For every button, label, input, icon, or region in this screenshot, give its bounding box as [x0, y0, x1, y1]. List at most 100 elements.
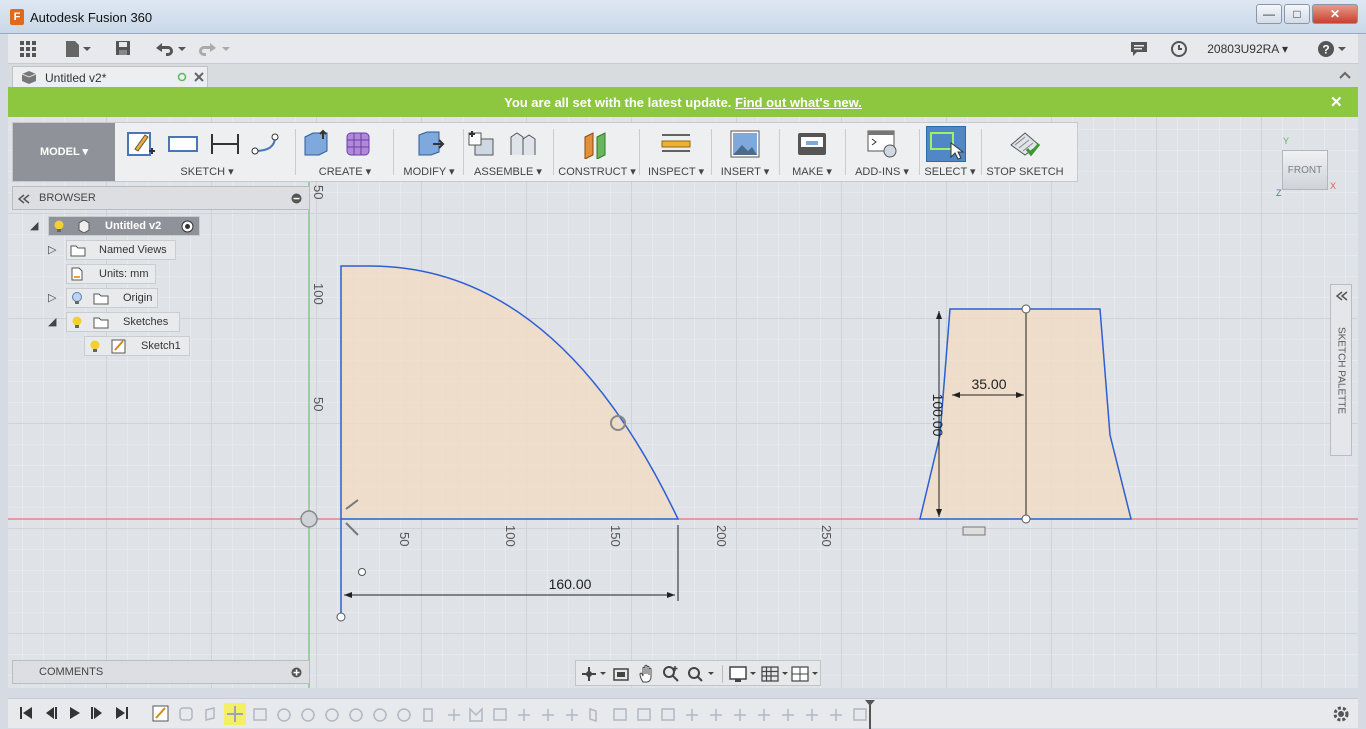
timeline-marker[interactable]: [864, 699, 876, 729]
modify-group[interactable]: MODIFY ▾: [397, 123, 461, 181]
stop-sketch-label[interactable]: STOP SKETCH: [983, 166, 1067, 178]
assemble-group[interactable]: ASSEMBLE ▾: [465, 123, 551, 181]
undo-icon[interactable]: [152, 40, 186, 58]
browser-item-named-views[interactable]: Named Views: [66, 240, 176, 260]
sketch-dimension-icon[interactable]: [209, 129, 241, 159]
insert-image-icon[interactable]: [729, 129, 761, 159]
viewports-icon[interactable]: [790, 665, 820, 683]
sketch-menu-label[interactable]: SKETCH ▾: [121, 165, 293, 178]
expand-left-icon[interactable]: [1336, 291, 1348, 301]
dimension-width-label[interactable]: 160.00: [549, 576, 592, 592]
create-group[interactable]: CREATE ▾: [299, 123, 391, 181]
comments-panel-header[interactable]: COMMENTS: [12, 660, 310, 684]
workspace-switcher[interactable]: MODEL ▾: [13, 123, 115, 181]
measure-icon[interactable]: [660, 129, 692, 159]
lightbulb-icon[interactable]: [52, 219, 66, 233]
lightbulb-icon[interactable]: [70, 291, 84, 305]
help-icon[interactable]: ?: [1316, 40, 1348, 58]
collapse-up-icon[interactable]: [1338, 70, 1352, 80]
addins-group[interactable]: ADD-INS ▾: [847, 123, 917, 181]
collapse-triangle-icon[interactable]: ◢: [48, 316, 60, 328]
skip-end-icon[interactable]: [114, 705, 130, 721]
inspect-group[interactable]: INSPECT ▾: [643, 123, 709, 181]
step-forward-icon[interactable]: [90, 705, 106, 721]
insert-menu-label[interactable]: INSERT ▾: [713, 165, 777, 178]
3d-print-icon[interactable]: [796, 129, 828, 159]
expand-triangle-icon[interactable]: ▷: [48, 244, 60, 256]
collapse-triangle-icon[interactable]: ◢: [30, 220, 42, 232]
sketch-point[interactable]: [336, 612, 346, 622]
comment-icon[interactable]: [1130, 40, 1148, 58]
origin-marker[interactable]: [300, 510, 318, 528]
close-window-button[interactable]: ✕: [1312, 4, 1358, 24]
play-icon[interactable]: [66, 705, 82, 721]
assemble-menu-label[interactable]: ASSEMBLE ▾: [465, 165, 551, 178]
sketch-offset-icon[interactable]: [251, 129, 283, 159]
save-icon[interactable]: [114, 40, 132, 58]
inspect-menu-label[interactable]: INSPECT ▾: [643, 165, 709, 178]
sketch-profile-arc[interactable]: [341, 266, 678, 519]
close-tab-icon[interactable]: [193, 71, 205, 83]
minimize-button[interactable]: —: [1256, 4, 1282, 24]
dimension-top-label[interactable]: 35.00: [971, 376, 1006, 392]
orbit-icon[interactable]: [580, 665, 606, 683]
fit-zoom-icon[interactable]: [686, 665, 716, 683]
browser-item-sketches[interactable]: Sketches: [66, 312, 180, 332]
select-group[interactable]: SELECT ▾: [921, 123, 979, 181]
activate-radio-icon[interactable]: [181, 220, 194, 233]
browser-root-node[interactable]: Untitled v2: [48, 216, 200, 236]
make-menu-label[interactable]: MAKE ▾: [781, 165, 843, 178]
clock-icon[interactable]: [1170, 40, 1188, 58]
select-tool-active[interactable]: [926, 126, 966, 162]
redo-icon[interactable]: [198, 40, 232, 58]
joint-icon[interactable]: [507, 129, 539, 159]
addins-menu-label[interactable]: ADD-INS ▾: [847, 165, 917, 178]
lightbulb-icon[interactable]: [70, 315, 84, 329]
browser-item-sketch1[interactable]: Sketch1: [84, 336, 190, 356]
browser-panel-header[interactable]: BROWSER: [12, 186, 310, 210]
offset-plane-icon[interactable]: [581, 129, 613, 159]
look-at-icon[interactable]: [612, 665, 630, 683]
form-icon[interactable]: [343, 129, 375, 159]
lightbulb-icon[interactable]: [88, 339, 102, 353]
insert-group[interactable]: INSERT ▾: [713, 123, 777, 181]
stop-sketch-group[interactable]: STOP SKETCH: [983, 123, 1067, 181]
zoom-icon[interactable]: [662, 664, 680, 684]
rectangle-icon[interactable]: [167, 129, 199, 159]
banner-close-button[interactable]: ✕: [1330, 93, 1343, 111]
make-group[interactable]: MAKE ▾: [781, 123, 843, 181]
create-sketch-icon[interactable]: [125, 129, 157, 159]
file-icon[interactable]: [62, 40, 94, 58]
finish-sketch-icon[interactable]: [1009, 129, 1041, 159]
sketch-point[interactable]: [1021, 304, 1031, 314]
settings-gear-icon[interactable]: [1332, 705, 1350, 723]
step-back-icon[interactable]: [42, 705, 58, 721]
sketch-palette-tab[interactable]: SKETCH PALETTE: [1330, 284, 1352, 456]
maximize-button[interactable]: □: [1284, 4, 1310, 24]
display-settings-icon[interactable]: [728, 665, 758, 683]
document-tab[interactable]: Untitled v2*: [12, 66, 208, 88]
sketch-group[interactable]: SKETCH ▾: [121, 123, 293, 181]
browser-item-origin[interactable]: Origin: [66, 288, 158, 308]
new-component-icon[interactable]: [465, 129, 497, 159]
collapse-left-icon[interactable]: [18, 194, 30, 204]
browser-item-units[interactable]: Units: mm: [66, 264, 156, 284]
select-menu-label[interactable]: SELECT ▾: [921, 165, 979, 178]
grid-settings-icon[interactable]: [760, 665, 790, 683]
timeline-feature-track[interactable]: [178, 705, 868, 723]
sketch-point[interactable]: [1021, 514, 1031, 524]
construct-menu-label[interactable]: CONSTRUCT ▾: [557, 165, 637, 178]
dimension-height-label[interactable]: 100.00: [930, 394, 946, 437]
skip-start-icon[interactable]: [18, 705, 34, 721]
plus-icon[interactable]: [291, 667, 302, 678]
construct-group[interactable]: CONSTRUCT ▾: [557, 123, 637, 181]
expand-triangle-icon[interactable]: ▷: [48, 292, 60, 304]
modify-menu-label[interactable]: MODIFY ▾: [397, 165, 461, 178]
pan-hand-icon[interactable]: [638, 664, 656, 684]
timeline-sketch-feature-icon[interactable]: [152, 705, 170, 723]
press-pull-icon[interactable]: [413, 129, 445, 159]
extrude-icon[interactable]: [301, 129, 333, 159]
sketch-point[interactable]: [358, 568, 366, 576]
minus-icon[interactable]: [291, 193, 302, 204]
scripts-icon[interactable]: [866, 129, 898, 159]
